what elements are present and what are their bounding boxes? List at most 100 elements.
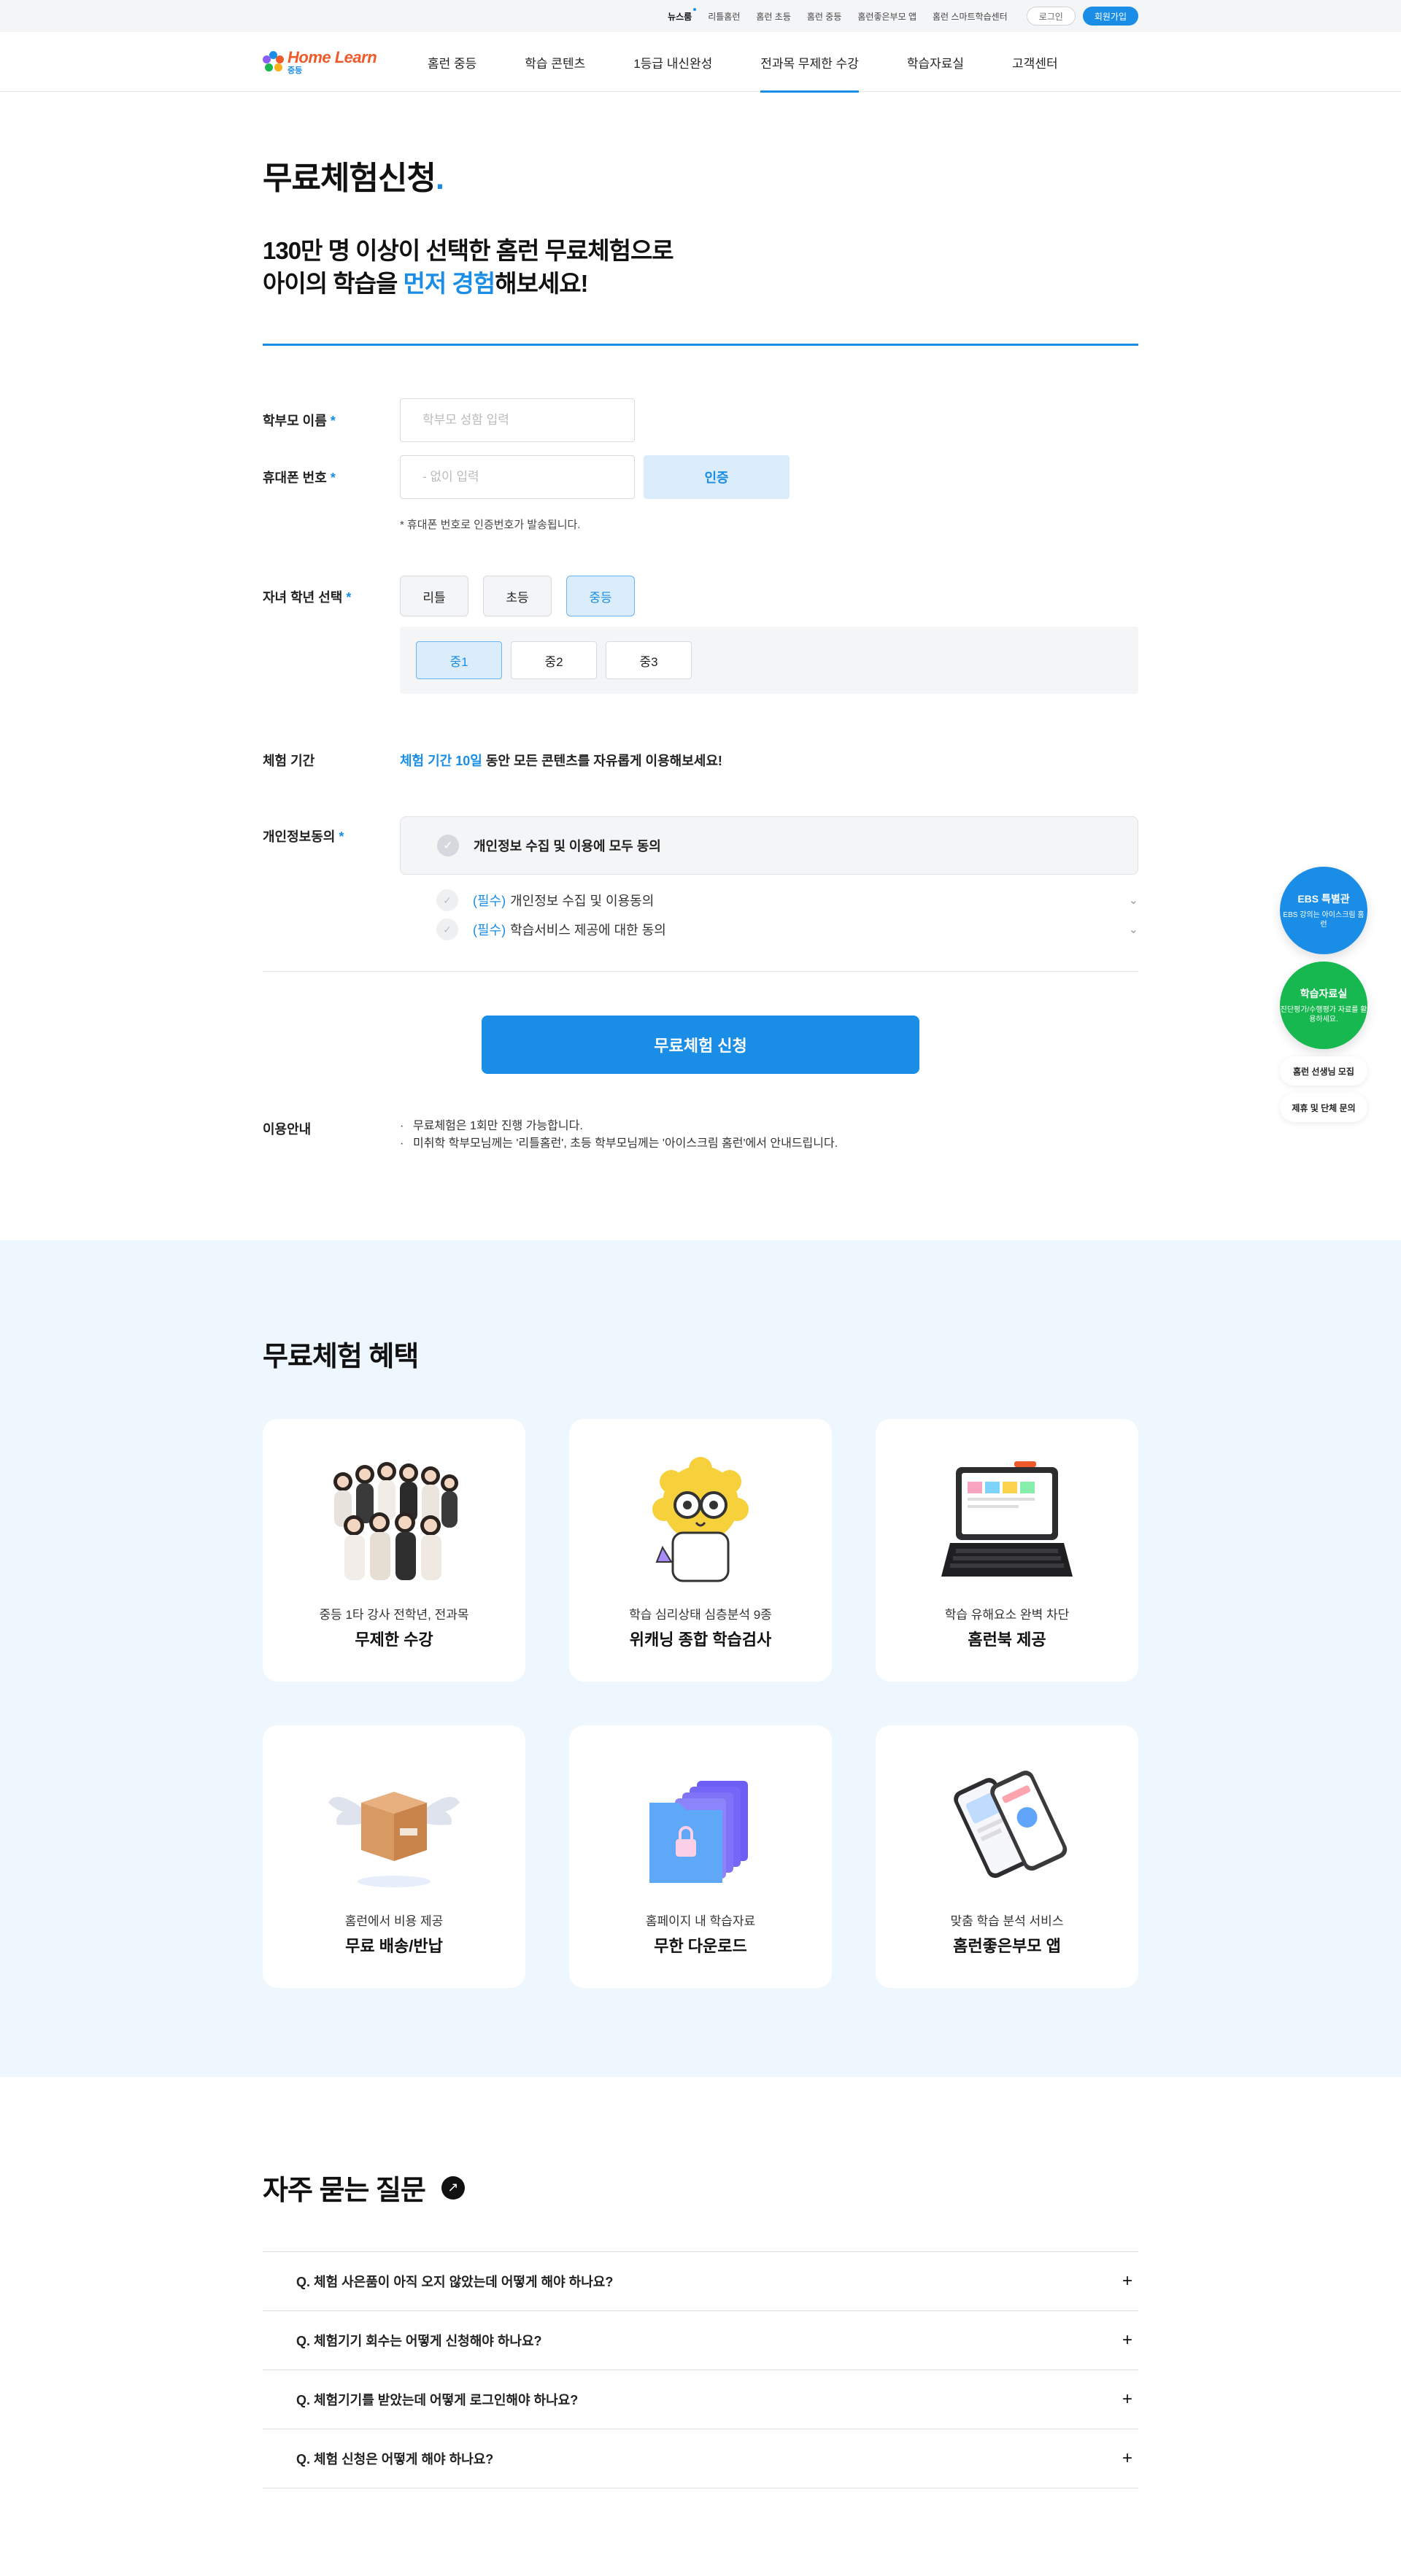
parent-name-label: 학부모 이름 * <box>263 411 400 430</box>
topbar-link-elementary[interactable]: 홈런 초등 <box>756 10 791 23</box>
arrow-up-right-icon[interactable]: ↗ <box>441 2175 465 2200</box>
benefit-title: 무료 배송/반납 <box>345 1937 443 1956</box>
benefits-section: 무료체험 혜택 중등 1타 강사 전학년, 전과목 무제한 수강 학습 심리상태… <box>0 1240 1401 2078</box>
faq-section: 자주 묻는 질문 ↗ Q. 체험 사은품이 아직 오지 않았는데 어떻게 해야 … <box>0 2077 1401 2576</box>
benefit-caption: 홈페이지 내 학습자료 <box>645 1914 756 1929</box>
ebs-special-button[interactable]: EBS 특별관 EBS 강의는 아이스크림 홈런 <box>1280 867 1367 954</box>
topbar-link-newsroom[interactable]: 뉴스룸 <box>668 7 697 23</box>
smartphones-image <box>934 1759 1080 1898</box>
partnership-link[interactable]: 제휴 및 단체 문의 <box>1280 1093 1367 1122</box>
faq-question: Q. 체험기기 회수는 어떻게 신청해야 하나요? <box>296 2334 542 2349</box>
faq-item[interactable]: Q. 체험기기 회수는 어떻게 신청해야 하나요? + <box>263 2311 1138 2371</box>
benefit-caption: 중등 1타 강사 전학년, 전과목 <box>319 1608 469 1622</box>
parent-name-input[interactable] <box>400 398 635 443</box>
ebs-sub: EBS 강의는 아이스크림 홈런 <box>1283 910 1365 929</box>
lead-text: 130만 명 이상이 선택한 홈런 무료체험으로 아이의 학습을 먼저 경험해보… <box>263 235 1138 300</box>
agree-required-tag: (필수) <box>473 894 506 909</box>
sub-grade-option-1[interactable]: 중1 <box>416 641 502 680</box>
agree-item-service[interactable]: ✓ (필수) 학습서비스 제공에 대한 동의 ⌄ <box>400 918 1138 941</box>
nav-item-library[interactable]: 학습자료실 <box>907 32 964 92</box>
nav-item-support[interactable]: 고객센터 <box>1012 32 1058 92</box>
label-text: 개인정보동의 <box>263 829 336 845</box>
agree-item-text: 학습서비스 제공에 대한 동의 <box>510 923 666 938</box>
agree-all-text: 개인정보 수집 및 이용에 모두 동의 <box>474 839 661 854</box>
period-text: 체험 기간 10일 동안 모든 콘텐츠를 자유롭게 이용해보세요! <box>400 751 722 770</box>
topbar-link-parent-app[interactable]: 홈런좋은부모 앱 <box>857 10 916 23</box>
ebs-title: EBS 특별관 <box>1297 892 1350 905</box>
join-button[interactable]: 회원가입 <box>1082 7 1138 26</box>
nav-item-contents[interactable]: 학습 콘텐츠 <box>525 32 585 92</box>
benefit-caption: 학습 심리상태 심층분석 9종 <box>629 1608 772 1622</box>
topbar-link-smart-center[interactable]: 홈런 스마트학습센터 <box>933 10 1008 23</box>
grade-option-elementary[interactable]: 초등 <box>483 576 552 617</box>
library-button[interactable]: 학습자료실 진단평가/수행평가 자료를 활용하세요. <box>1280 962 1367 1049</box>
faq-list: Q. 체험 사은품이 아직 오지 않았는데 어떻게 해야 하나요? + Q. 체… <box>263 2251 1138 2489</box>
page-title-text: 무료체험신청 <box>263 160 436 196</box>
parent-name-row: 학부모 이름 * <box>263 398 1138 443</box>
period-label: 체험 기간 <box>263 754 315 769</box>
benefit-card: 학습 심리상태 심층분석 9종 위캐닝 종합 학습검사 <box>569 1419 832 1682</box>
plus-icon[interactable]: + <box>1122 2271 1132 2291</box>
logo[interactable]: Home Learn 중등 <box>263 47 428 75</box>
plus-icon[interactable]: + <box>1122 2389 1132 2410</box>
title-dot: . <box>435 160 444 196</box>
utility-bar: 뉴스룸 리틀홈런 홈런 초등 홈런 중등 홈런좋은부모 앱 홈런 스마트학습센터… <box>0 0 1401 32</box>
sub-grade-option-2[interactable]: 중2 <box>511 641 597 680</box>
logo-text: Home Learn 중등 <box>287 47 377 75</box>
period-highlight: 체험 기간 10일 <box>400 754 482 769</box>
faq-item[interactable]: Q. 체험 사은품이 아직 오지 않았는데 어떻게 해야 하나요? + <box>263 2252 1138 2312</box>
grade-label: 자녀 학년 선택 * <box>263 576 400 694</box>
agree-item-text: 개인정보 수집 및 이용동의 <box>510 894 655 909</box>
auth-button[interactable]: 인증 <box>644 455 790 500</box>
required-mark: * <box>339 829 344 845</box>
faq-header: 자주 묻는 질문 ↗ <box>263 2167 1138 2208</box>
chevron-down-icon[interactable]: ⌄ <box>1129 922 1138 937</box>
lead-line2-pre: 아이의 학습을 <box>263 269 404 297</box>
sub-grade-box: 중1 중2 중3 <box>400 627 1138 695</box>
topbar-link-little[interactable]: 리틀홈런 <box>708 10 740 23</box>
nav-item-middle[interactable]: 홈런 중등 <box>428 32 476 92</box>
submit-button[interactable]: 무료체험 신청 <box>482 1016 919 1075</box>
logo-sub: 중등 <box>287 66 303 75</box>
grade-buttons: 리틀 초등 중등 <box>400 576 1138 617</box>
grade-option-little[interactable]: 리틀 <box>400 576 468 617</box>
grade-option-middle[interactable]: 중등 <box>566 576 635 617</box>
faq-title: 자주 묻는 질문 <box>263 2175 426 2207</box>
nav-item-first-grade[interactable]: 1등급 내신완성 <box>633 32 712 92</box>
benefit-caption: 학습 유해요소 완벽 차단 <box>944 1608 1070 1622</box>
benefit-card: 학습 유해요소 완벽 차단 홈런북 제공 <box>876 1419 1138 1682</box>
library-sub: 진단평가/수행평가 자료를 활용하세요. <box>1280 1005 1367 1024</box>
faq-item[interactable]: Q. 체험 신청은 어떻게 해야 하나요? + <box>263 2429 1138 2489</box>
plus-icon[interactable]: + <box>1122 2448 1132 2469</box>
chevron-down-icon[interactable]: ⌄ <box>1129 893 1138 908</box>
guide-list: 무료체험은 1회만 진행 가능합니다. 미취학 학부모님께는 '리틀홈런', 초… <box>400 1118 838 1153</box>
agree-label: 개인정보동의 * <box>263 816 400 940</box>
label-text: 학부모 이름 <box>263 414 327 429</box>
guide-row: 이용안내 무료체험은 1회만 진행 가능합니다. 미취학 학부모님께는 '리틀홈… <box>263 1118 1138 1240</box>
check-icon: ✓ <box>437 835 459 857</box>
benefit-card: 중등 1타 강사 전학년, 전과목 무제한 수강 <box>263 1419 525 1682</box>
faq-question: Q. 체험 사은품이 아직 오지 않았는데 어떻게 해야 하나요? <box>296 2275 614 2290</box>
guide-item: 무료체험은 1회만 진행 가능합니다. <box>400 1118 838 1135</box>
scientist-mascot-image <box>628 1453 773 1591</box>
label-text: 휴대폰 번호 <box>263 471 327 486</box>
plus-icon[interactable]: + <box>1122 2330 1132 2351</box>
guide-item: 미취학 학부모님께는 '리틀홈런', 초등 학부모님께는 '아이스크림 홈런'에… <box>400 1135 838 1153</box>
required-mark: * <box>346 590 352 606</box>
tablet-keyboard-image <box>934 1453 1080 1591</box>
login-button[interactable]: 로그인 <box>1026 7 1076 26</box>
faq-item[interactable]: Q. 체험기기를 받았는데 어떻게 로그인해야 하나요? + <box>263 2370 1138 2430</box>
agree-all-checkbox[interactable]: ✓ 개인정보 수집 및 이용에 모두 동의 <box>400 816 1138 875</box>
main-nav: 홈런 중등 학습 콘텐츠 1등급 내신완성 전과목 무제한 수강 학습자료실 고… <box>428 32 1106 93</box>
lead-line1: 130만 명 이상이 선택한 홈런 무료체험으로 <box>263 237 674 264</box>
topbar-link-middle[interactable]: 홈런 중등 <box>807 10 842 23</box>
winged-box-image <box>321 1759 467 1898</box>
teacher-recruit-link[interactable]: 홈런 선생님 모집 <box>1280 1056 1367 1086</box>
agree-item-privacy[interactable]: ✓ (필수) 개인정보 수집 및 이용동의 ⌄ <box>400 889 1138 912</box>
nav-item-unlimited[interactable]: 전과목 무제한 수강 <box>760 32 859 93</box>
phone-input[interactable] <box>400 455 635 500</box>
required-mark: * <box>330 471 336 486</box>
title-divider <box>263 344 1138 347</box>
sub-grade-option-3[interactable]: 중3 <box>606 641 692 680</box>
logo-brand: Home Learn <box>287 47 377 66</box>
